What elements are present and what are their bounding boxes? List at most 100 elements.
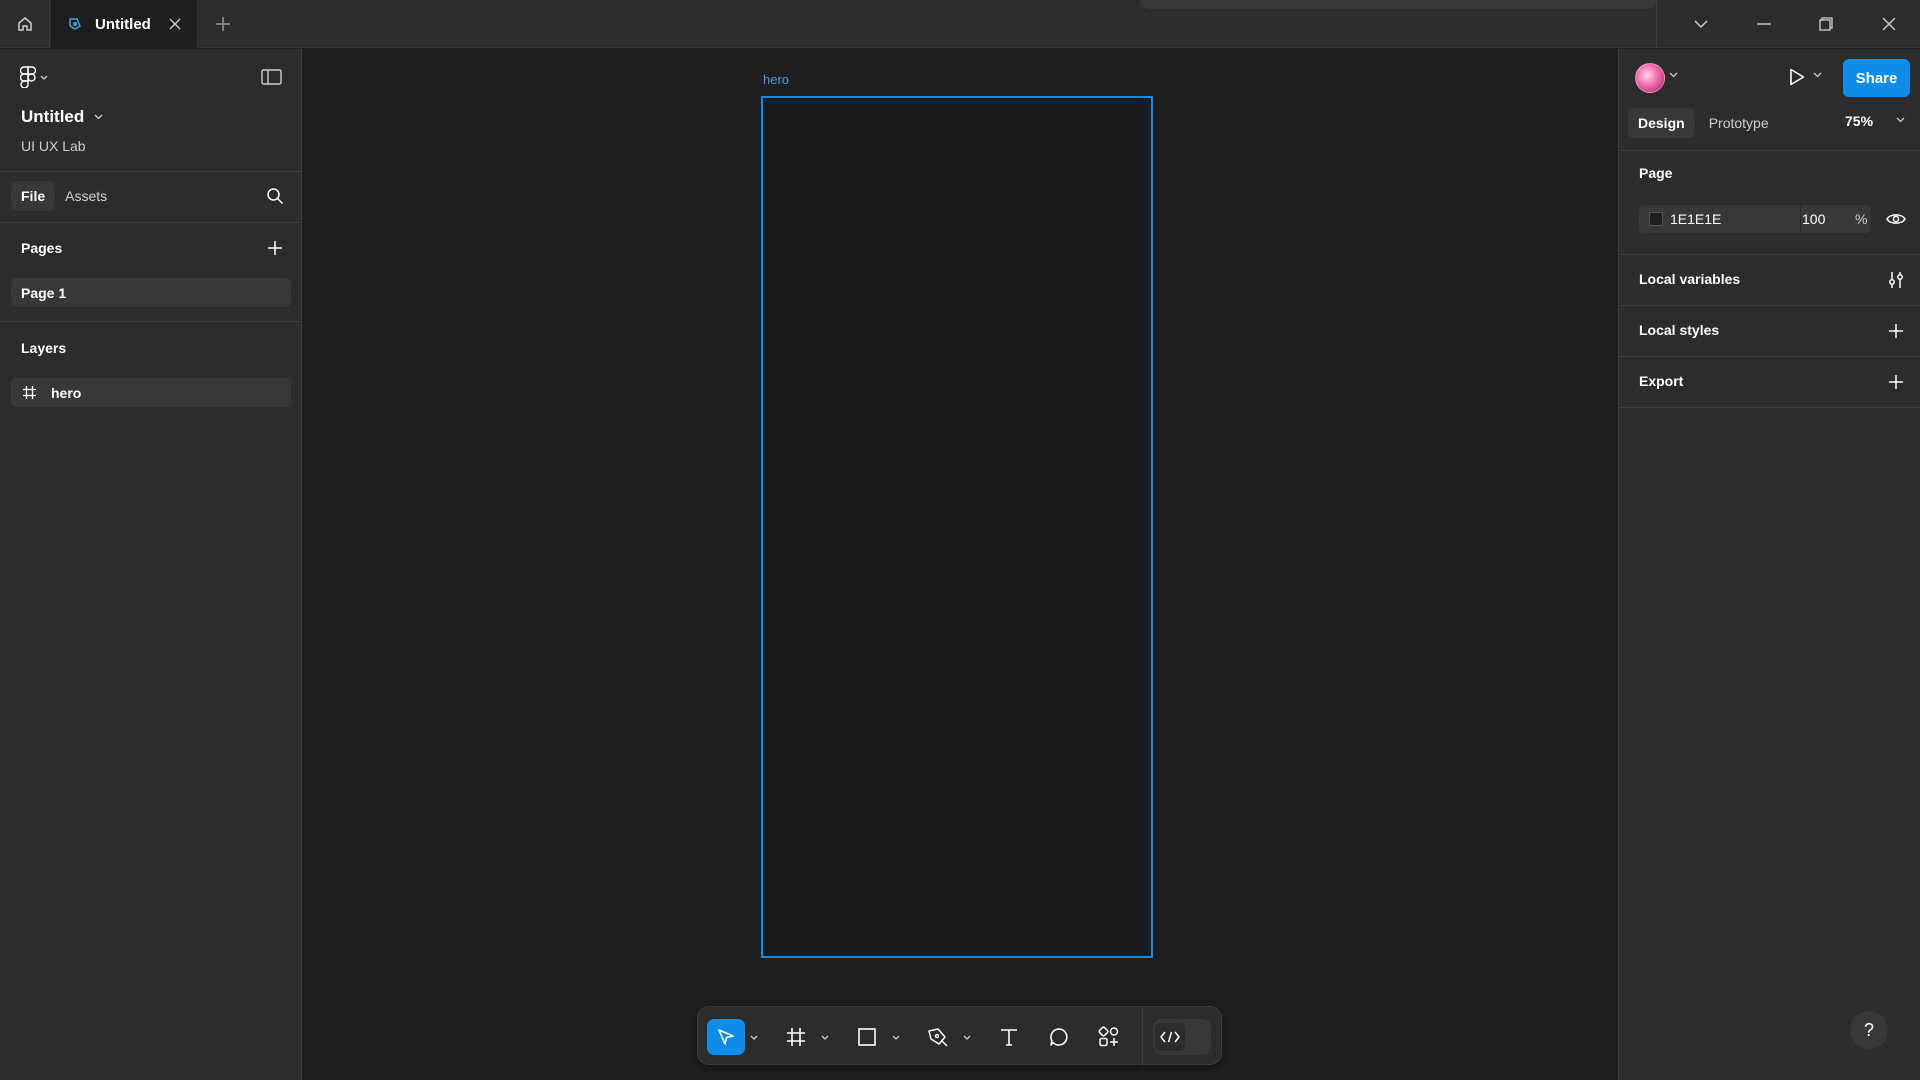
search-layers-button[interactable]	[264, 185, 286, 207]
tab-file[interactable]: File	[11, 181, 56, 211]
share-button[interactable]: Share	[1843, 59, 1910, 97]
plus-icon	[268, 241, 282, 255]
add-export-button[interactable]	[1885, 371, 1907, 393]
move-tool-menu[interactable]	[749, 1028, 759, 1046]
divider	[1619, 254, 1920, 255]
main-menu-button[interactable]	[20, 66, 48, 88]
cursor-icon	[718, 1029, 734, 1045]
home-button[interactable]	[0, 0, 50, 48]
file-name-menu[interactable]: Untitled	[21, 107, 103, 127]
right-panel-tabs: Design Prototype	[1628, 108, 1783, 138]
frame-tool-button[interactable]	[778, 1019, 814, 1055]
file-tab[interactable]: Untitled	[51, 0, 198, 48]
chevron-down-icon	[1669, 72, 1678, 78]
divider	[0, 321, 301, 322]
hero-frame[interactable]	[761, 96, 1153, 958]
rectangle-icon	[858, 1028, 876, 1046]
comment-icon	[1050, 1028, 1068, 1046]
divider	[1619, 356, 1920, 357]
minimize-button[interactable]	[1752, 12, 1776, 36]
right-panel: Share Design Prototype 75% Page 1E1E1E 1…	[1618, 49, 1920, 1080]
left-panel-tabs: File Assets	[11, 181, 117, 211]
plus-icon	[216, 17, 230, 31]
divider	[0, 222, 301, 223]
toggle-sidebar-button[interactable]	[259, 66, 283, 88]
actions-tool-button[interactable]	[1091, 1019, 1127, 1055]
plus-icon	[1889, 324, 1903, 338]
figma-file-icon	[69, 18, 81, 30]
toggle-visibility-button[interactable]	[1884, 208, 1908, 230]
plus-icon	[1889, 375, 1903, 389]
tab-label: Untitled	[95, 15, 151, 33]
bottom-toolbar	[697, 1006, 1222, 1066]
window-drag-area[interactable]	[1141, 0, 1656, 9]
avatar[interactable]	[1635, 63, 1665, 93]
zoom-menu-button[interactable]	[1896, 117, 1905, 123]
text-icon	[1001, 1029, 1017, 1046]
tab-assets[interactable]: Assets	[55, 181, 117, 211]
account-menu-button[interactable]	[1669, 72, 1678, 78]
help-button[interactable]: ?	[1850, 1011, 1888, 1049]
new-tab-button[interactable]	[212, 13, 234, 35]
toolbar-divider	[1142, 1007, 1143, 1066]
divider	[1619, 407, 1920, 408]
frame-icon	[787, 1028, 805, 1046]
pen-tool-menu[interactable]	[962, 1028, 972, 1046]
actions-icon	[1098, 1026, 1119, 1047]
page-item[interactable]: Page 1	[11, 278, 291, 307]
chevron-down-icon	[1694, 19, 1708, 28]
sidebar-icon	[260, 69, 282, 85]
color-swatch[interactable]	[1649, 212, 1663, 226]
comment-tool-button[interactable]	[1041, 1019, 1077, 1055]
present-button[interactable]	[1785, 65, 1809, 89]
file-name: Untitled	[21, 107, 85, 126]
local-variables-button[interactable]	[1885, 269, 1907, 291]
present-options-button[interactable]	[1813, 72, 1822, 78]
frame-icon	[23, 386, 36, 399]
code-icon	[1160, 1031, 1180, 1043]
canvas[interactable]: hero	[303, 49, 1618, 1080]
minimize-icon	[1757, 23, 1771, 25]
tabs-dropdown-button[interactable]	[1689, 12, 1713, 36]
chevron-down-icon	[892, 1035, 900, 1040]
pages-title: Pages	[21, 240, 63, 256]
dev-mode-toggle[interactable]	[1153, 1019, 1211, 1055]
close-window-button[interactable]	[1877, 12, 1901, 36]
tab-prototype[interactable]: Prototype	[1699, 108, 1779, 138]
text-tool-button[interactable]	[991, 1019, 1027, 1055]
team-name[interactable]: UI UX Lab	[21, 138, 86, 154]
export-title: Export	[1639, 373, 1684, 389]
field-divider	[1800, 205, 1801, 233]
local-styles-title: Local styles	[1639, 322, 1720, 338]
page-fill-hex[interactable]: 1E1E1E	[1670, 211, 1721, 227]
opacity-unit: %	[1855, 211, 1868, 227]
frame-tool-menu[interactable]	[820, 1028, 830, 1046]
shape-tool-menu[interactable]	[891, 1028, 901, 1046]
divider	[0, 171, 301, 172]
chevron-down-icon	[94, 114, 103, 120]
add-page-button[interactable]	[264, 237, 286, 259]
move-tool-button[interactable]	[707, 1019, 745, 1055]
home-icon	[17, 17, 32, 31]
add-local-style-button[interactable]	[1885, 320, 1907, 342]
page-section-title: Page	[1639, 165, 1673, 181]
layers-title: Layers	[21, 340, 67, 356]
restore-icon	[1819, 17, 1833, 31]
close-icon	[169, 18, 181, 30]
restore-button[interactable]	[1814, 12, 1838, 36]
eye-icon	[1886, 214, 1906, 224]
chevron-down-icon	[40, 75, 48, 80]
search-icon	[267, 188, 284, 205]
local-variables-title[interactable]: Local variables	[1639, 271, 1740, 287]
page-fill-field[interactable]: 1E1E1E 100 %	[1639, 205, 1871, 233]
frame-label[interactable]: hero	[763, 72, 789, 87]
pen-tool-button[interactable]	[920, 1019, 956, 1055]
close-tab-button[interactable]	[165, 14, 185, 34]
rectangle-tool-button[interactable]	[849, 1019, 885, 1055]
chevron-down-icon	[750, 1035, 758, 1040]
zoom-level[interactable]: 75%	[1845, 113, 1873, 129]
page-fill-opacity[interactable]: 100	[1802, 211, 1825, 227]
layer-item[interactable]: hero	[11, 378, 291, 407]
tab-design[interactable]: Design	[1628, 108, 1695, 138]
figma-logo-icon	[20, 66, 36, 88]
